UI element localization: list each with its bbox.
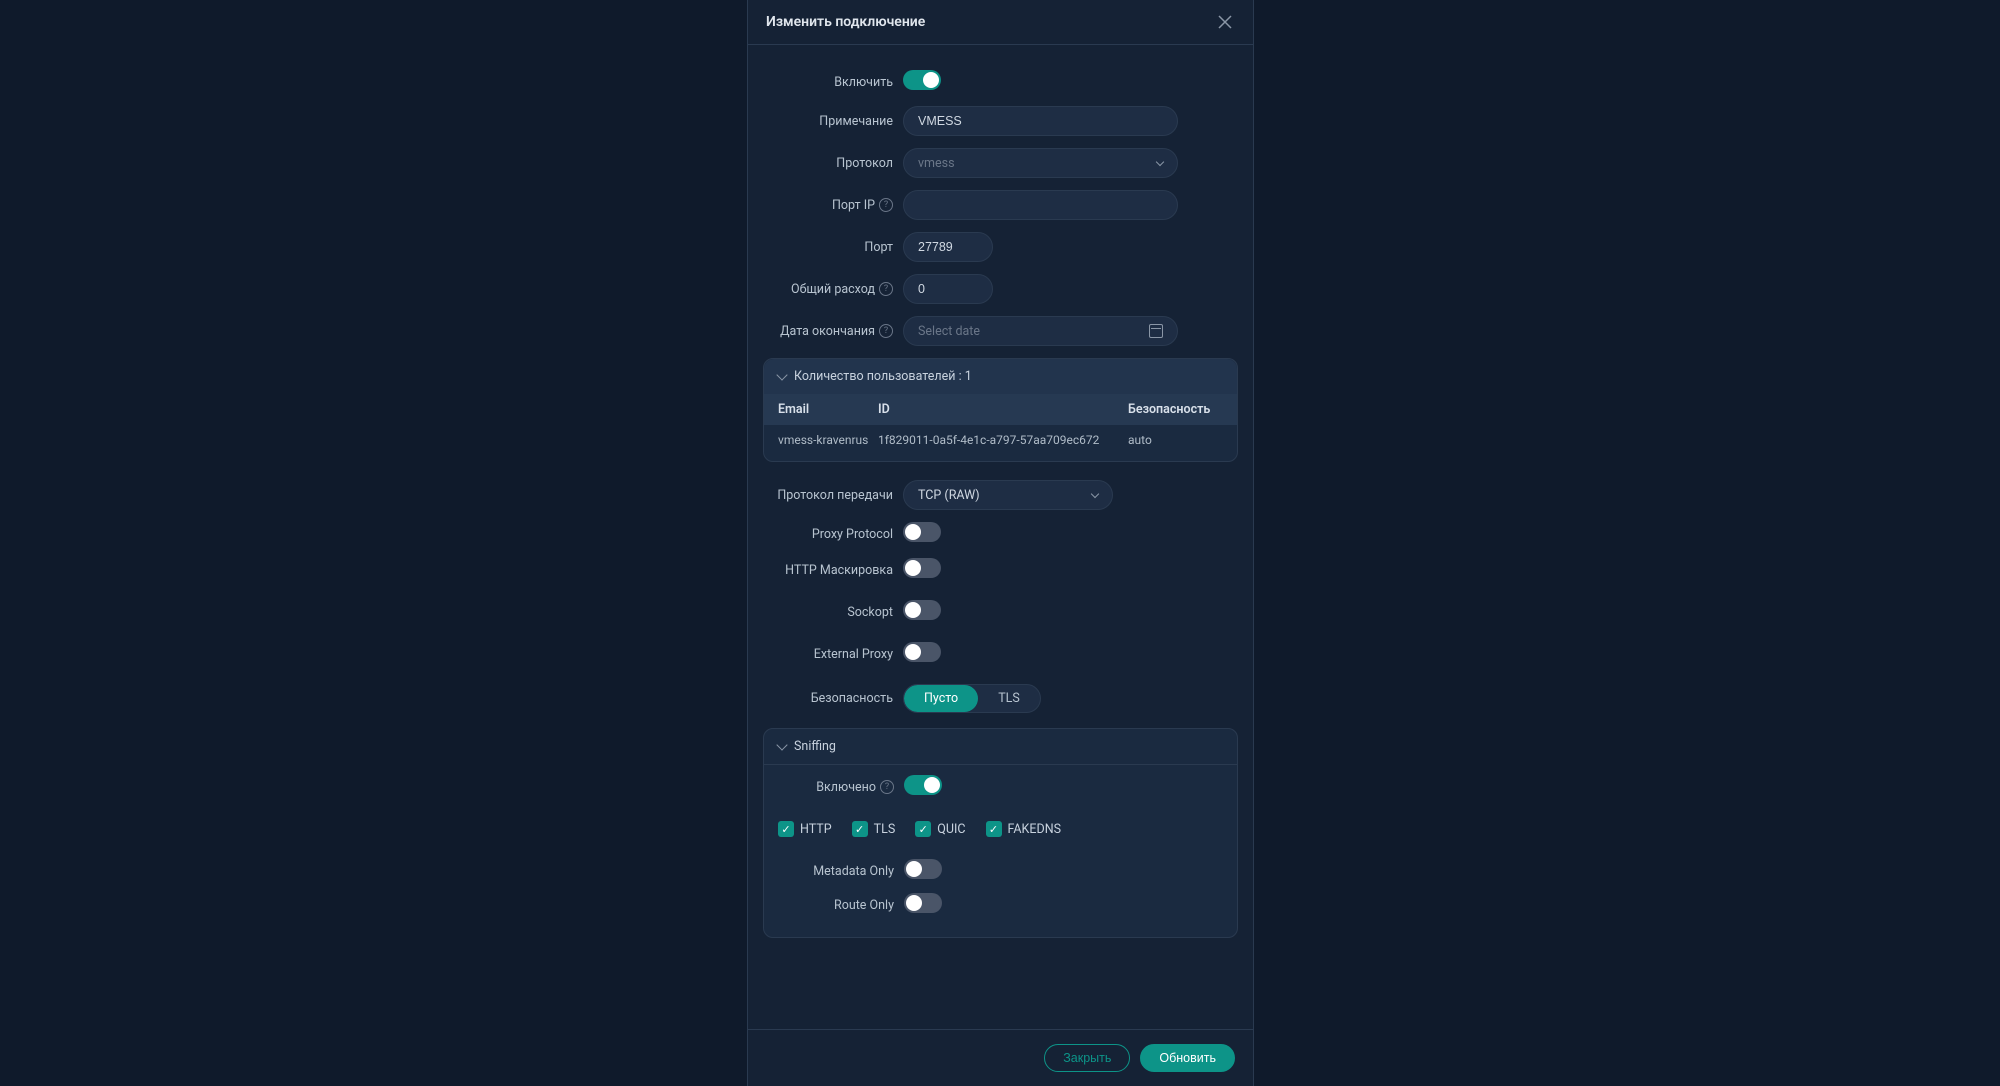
close-footer-button[interactable]: Закрыть	[1044, 1044, 1130, 1072]
metadata-only-toggle[interactable]	[904, 859, 942, 879]
check-icon: ✓	[778, 821, 794, 837]
enable-label: Включить	[763, 75, 903, 90]
chevron-down-icon	[776, 369, 787, 380]
expiry-placeholder: Select date	[918, 324, 980, 339]
route-only-label: Route Only	[764, 898, 904, 913]
external-proxy-label: External Proxy	[763, 647, 903, 662]
metadata-only-label: Metadata Only	[764, 864, 904, 879]
check-icon: ✓	[852, 821, 868, 837]
ip-port-label: Порт IP	[832, 198, 875, 213]
sniff-fakedns-checkbox[interactable]: ✓ FAKEDNS	[986, 821, 1062, 837]
total-input[interactable]	[903, 274, 993, 304]
modal-footer: Закрыть Обновить	[748, 1029, 1253, 1086]
expiry-label: Дата окончания	[780, 324, 875, 339]
ip-port-input[interactable]	[903, 190, 1178, 220]
update-button[interactable]: Обновить	[1140, 1044, 1235, 1072]
cell-id: 1f829011-0a5f-4e1c-a797-57aa709ec672	[878, 433, 1128, 447]
route-only-toggle[interactable]	[904, 893, 942, 913]
transport-select[interactable]: TCP (RAW)	[903, 480, 1113, 510]
sockopt-toggle[interactable]	[903, 600, 941, 620]
proxy-protocol-toggle[interactable]	[903, 522, 941, 542]
cell-email: vmess-kravenrus	[778, 433, 878, 447]
security-label: Безопасность	[763, 691, 903, 706]
users-panel-header[interactable]: Количество пользователей : 1	[764, 359, 1237, 394]
sniff-quic-checkbox[interactable]: ✓ QUIC	[915, 821, 965, 837]
close-icon	[1218, 15, 1232, 29]
sniff-tls-checkbox[interactable]: ✓ TLS	[852, 821, 896, 837]
modal-body: Включить Примечание Протокол vmess Порт …	[748, 45, 1253, 1029]
check-icon: ✓	[915, 821, 931, 837]
edit-connection-modal: Изменить подключение Включить Примечание…	[747, 0, 1254, 1086]
table-row: vmess-kravenrus 1f829011-0a5f-4e1c-a797-…	[764, 425, 1237, 461]
chevron-down-icon	[1091, 489, 1099, 497]
port-label: Порт	[763, 240, 903, 255]
info-icon[interactable]: ?	[879, 198, 893, 212]
transport-value: TCP (RAW)	[918, 488, 980, 503]
info-icon[interactable]: ?	[879, 324, 893, 338]
enable-toggle[interactable]	[903, 70, 941, 90]
sniffing-title: Sniffing	[794, 739, 836, 754]
users-panel: Количество пользователей : 1 Email ID Бе…	[763, 358, 1238, 462]
sniff-enabled-label: Включено	[816, 780, 876, 795]
protocol-select[interactable]: vmess	[903, 148, 1178, 178]
sniffing-panel: Sniffing Включено ? ✓ HTTP ✓	[763, 728, 1238, 938]
note-label: Примечание	[763, 114, 903, 129]
modal-title: Изменить подключение	[766, 14, 925, 30]
expiry-input[interactable]: Select date	[903, 316, 1178, 346]
check-icon: ✓	[986, 821, 1002, 837]
note-input[interactable]	[903, 106, 1178, 136]
security-empty-option[interactable]: Пусто	[904, 685, 978, 712]
chevron-down-icon	[776, 739, 787, 750]
http-mask-toggle[interactable]	[903, 558, 941, 578]
col-security-header: Безопасность	[1128, 402, 1223, 417]
sniff-http-checkbox[interactable]: ✓ HTTP	[778, 821, 832, 837]
http-mask-label: HTTP Маскировка	[763, 563, 903, 578]
protocol-label: Протокол	[763, 156, 903, 171]
security-tls-option[interactable]: TLS	[978, 685, 1040, 712]
users-panel-title: Количество пользователей : 1	[794, 369, 972, 384]
modal-header: Изменить подключение	[748, 0, 1253, 45]
col-id-header: ID	[878, 402, 1128, 417]
sniff-protocols-row: ✓ HTTP ✓ TLS ✓ QUIC ✓ FAKEDNS	[764, 809, 1237, 849]
transport-label: Протокол передачи	[763, 488, 903, 503]
chevron-down-icon	[1156, 157, 1164, 165]
sniffing-header[interactable]: Sniffing	[764, 729, 1237, 765]
users-table-head: Email ID Безопасность	[764, 394, 1237, 425]
cell-security: auto	[1128, 433, 1223, 447]
info-icon[interactable]: ?	[880, 780, 894, 794]
port-input[interactable]	[903, 232, 993, 262]
proxy-protocol-label: Proxy Protocol	[763, 527, 903, 542]
total-label: Общий расход	[791, 282, 875, 297]
external-proxy-toggle[interactable]	[903, 642, 941, 662]
info-icon[interactable]: ?	[879, 282, 893, 296]
col-email-header: Email	[778, 402, 878, 417]
calendar-icon	[1149, 324, 1163, 338]
close-button[interactable]	[1215, 12, 1235, 32]
protocol-value: vmess	[918, 156, 955, 171]
sniff-enabled-toggle[interactable]	[904, 775, 942, 795]
security-segment: Пусто TLS	[903, 684, 1041, 713]
sockopt-label: Sockopt	[763, 605, 903, 620]
